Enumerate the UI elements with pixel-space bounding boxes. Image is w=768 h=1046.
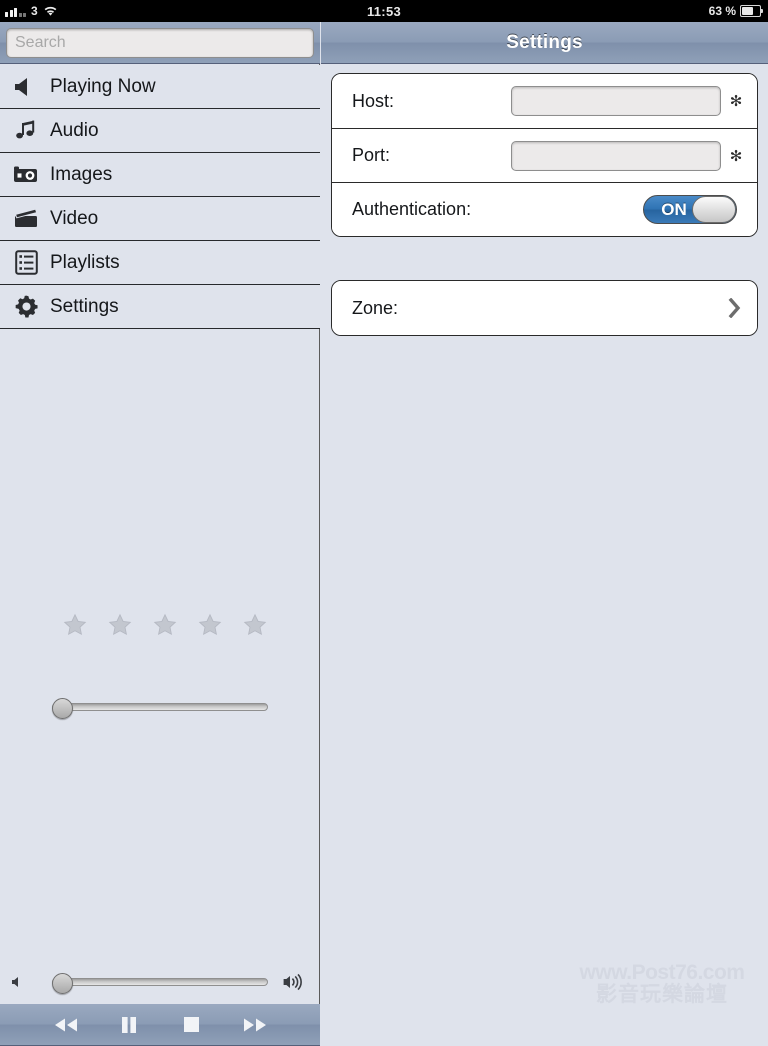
clock: 11:53: [366, 3, 402, 19]
watermark-line-1: www.Post76.com: [579, 960, 745, 984]
rating-stars[interactable]: [62, 612, 267, 638]
battery-icon: [740, 5, 763, 17]
detail-pane: Settings Host: ✻ Port: ✻ Authentication:…: [321, 22, 768, 1024]
position-slider-knob[interactable]: [52, 698, 73, 719]
camera-icon: [8, 165, 44, 185]
sidebar-item-label: Playlists: [50, 251, 120, 273]
status-bar-center: 11:53: [0, 0, 768, 22]
fast-forward-button[interactable]: [238, 1012, 272, 1038]
position-slider[interactable]: [52, 698, 268, 719]
sidebar-item-playing-now[interactable]: Playing Now: [0, 65, 320, 109]
sidebar-item-settings[interactable]: Settings: [0, 285, 320, 329]
sidebar-item-audio[interactable]: Audio: [0, 109, 320, 153]
status-bar-right: 63 %: [708, 0, 763, 22]
volume-slider-track[interactable]: [52, 978, 268, 986]
rating-star[interactable]: [62, 612, 88, 638]
sidebar-item-label: Settings: [50, 295, 119, 317]
search-input[interactable]: [6, 27, 314, 58]
port-row: Port: ✻: [332, 128, 757, 182]
sidebar-item-video[interactable]: Video: [0, 197, 320, 241]
host-required-marker: ✻: [729, 93, 743, 110]
rewind-button[interactable]: [49, 1012, 83, 1038]
sidebar: Playing Now Audio: [0, 22, 320, 1046]
authentication-toggle[interactable]: ON: [643, 195, 737, 224]
watermark: www.Post76.com 影音玩樂論壇: [564, 960, 760, 1006]
pause-button[interactable]: [112, 1012, 146, 1038]
speaker-icon: [8, 76, 44, 98]
host-label: Host:: [352, 90, 395, 111]
host-row: Host: ✻: [332, 74, 757, 128]
gear-icon: [8, 294, 44, 319]
status-bar: 3 11:53 63 %: [0, 0, 768, 22]
authentication-label: Authentication:: [352, 199, 472, 219]
clapperboard-icon: [8, 208, 44, 229]
list-icon: [8, 250, 44, 275]
watermark-line-2: 影音玩樂論壇: [596, 982, 728, 1006]
volume-slider[interactable]: [52, 973, 268, 994]
port-label: Port:: [352, 145, 391, 165]
volume-row: [0, 966, 320, 998]
volume-low-icon[interactable]: [0, 975, 34, 989]
navigation-bar: Settings: [321, 22, 768, 64]
rating-star[interactable]: [152, 612, 178, 638]
sidebar-item-playlists[interactable]: Playlists: [0, 241, 320, 285]
sidebar-item-label: Playing Now: [50, 75, 156, 97]
position-slider-track[interactable]: [52, 703, 268, 711]
app-screen: 3 11:53 63 % Search Playing Now Audio Im…: [0, 0, 768, 1046]
host-field[interactable]: [511, 86, 721, 116]
rating-star[interactable]: [242, 612, 268, 638]
transport-bar: [0, 1004, 320, 1046]
zone-group: Zone:: [331, 280, 758, 336]
stop-button[interactable]: [175, 1012, 209, 1038]
connection-settings-group: Host: ✻ Port: ✻ Authentication: ON: [331, 73, 758, 237]
sidebar-item-label: Audio: [50, 119, 99, 141]
search-bar: [0, 22, 320, 64]
rating-star[interactable]: [197, 612, 223, 638]
rating-star[interactable]: [107, 612, 133, 638]
music-note-icon: [8, 119, 44, 143]
page-title: Settings: [506, 31, 583, 53]
authentication-row: Authentication: ON: [332, 182, 757, 236]
sidebar-item-label: Video: [50, 207, 99, 229]
port-field[interactable]: [511, 140, 721, 171]
zone-label: Zone:: [352, 297, 399, 318]
toggle-knob[interactable]: [692, 196, 736, 223]
volume-slider-knob[interactable]: [52, 973, 73, 994]
sidebar-item-label: Images: [50, 163, 113, 185]
port-required-marker: ✻: [729, 147, 743, 165]
sidebar-item-images[interactable]: Images: [0, 153, 320, 197]
battery-percent-label: 63 %: [708, 4, 736, 18]
volume-high-icon[interactable]: [276, 973, 310, 991]
zone-row[interactable]: Zone:: [332, 281, 757, 335]
chevron-right-icon: [723, 298, 745, 318]
sidebar-menu: Playing Now Audio Images Video Playlists…: [0, 65, 320, 329]
